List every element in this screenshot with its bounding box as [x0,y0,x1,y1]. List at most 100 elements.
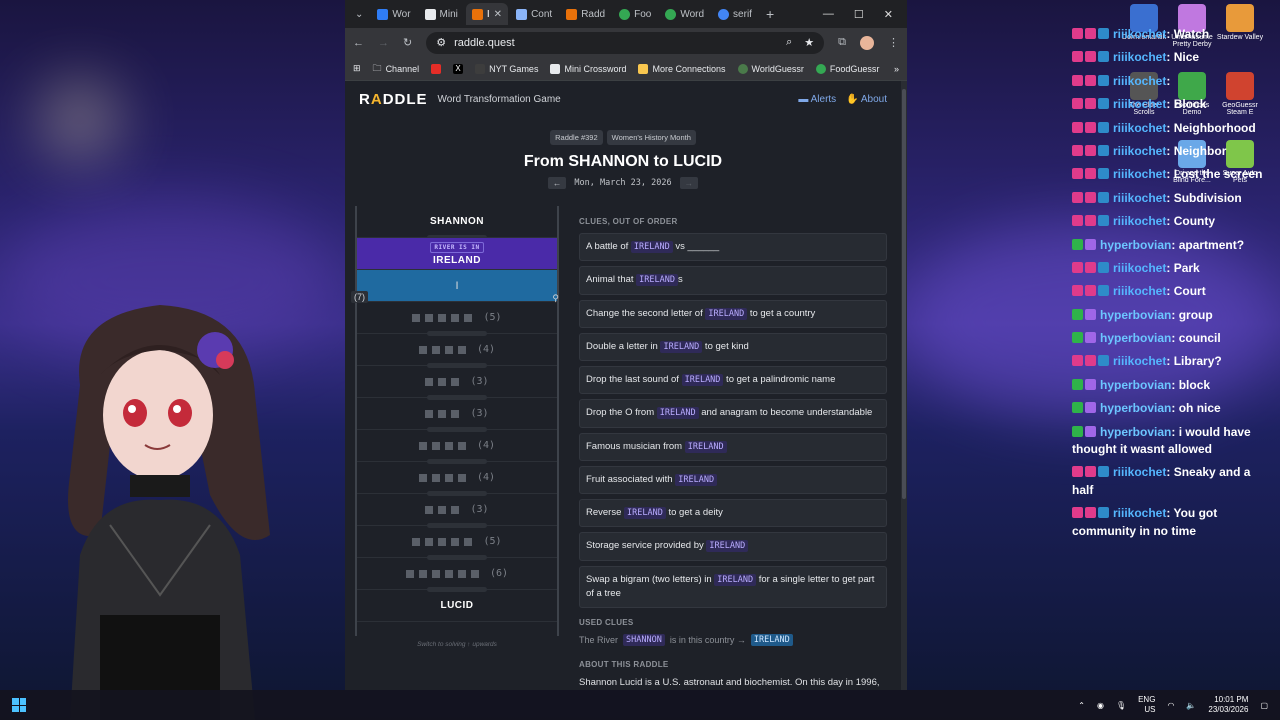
chat-message: riiikochet: Watch [1072,26,1272,43]
zoom-icon[interactable]: ⌕ [786,36,792,49]
new-tab-button[interactable]: + [760,6,780,22]
tagline: Word Transformation Game [437,93,561,105]
ladder-empty-rung[interactable]: (4) [357,462,557,496]
page-scrollbar[interactable] [901,81,907,690]
bookmark-mini-crossword[interactable]: Mini Crossword [550,63,626,74]
tab-4[interactable]: Cont [510,3,558,25]
chat-username[interactable]: riiikochet [1113,50,1166,64]
clue-item[interactable]: Storage service provided by IRELAND [579,532,887,561]
hint-bulb-icon[interactable]: ⚲ [552,293,559,304]
chat-username[interactable]: riiikochet [1113,27,1166,41]
tab-3-active[interactable]: I ✕ [465,3,509,25]
back-icon[interactable]: ← [353,37,364,49]
chat-username[interactable]: riiikochet [1113,465,1166,479]
bookmark-channel[interactable]: 🗀 Channel [373,61,420,77]
chat-username[interactable]: hyperbovian [1100,331,1171,345]
bookmark-worldguessr[interactable]: WorldGuessr [737,63,804,74]
ladder-active-input[interactable]: I [357,270,557,302]
clue-item[interactable]: A battle of IRELAND vs ______ [579,233,887,262]
prev-day-button[interactable]: ← [547,177,567,189]
tab-search-icon[interactable]: ⌄ [349,3,369,25]
language-indicator[interactable]: ENG US [1138,695,1155,716]
chat-username[interactable]: hyperbovian [1100,425,1171,439]
clue-item[interactable]: Fruit associated with IRELAND [579,465,887,494]
microphone-icon[interactable]: 🎙 [1116,701,1126,710]
chat-username[interactable]: riiikochet [1113,354,1166,368]
windows-start-icon[interactable] [12,698,26,712]
menu-icon[interactable]: ⋮ [888,36,899,49]
tab-1[interactable]: Wor [371,3,416,25]
ladder-empty-rung[interactable]: (3) [357,398,557,432]
clue-item[interactable]: Change the second letter of IRELAND to g… [579,299,887,328]
clue-item[interactable]: Double a letter in IRELAND to get kind [579,332,887,361]
ladder-empty-rung[interactable]: (5) [357,302,557,336]
clue-item[interactable]: Reverse IRELAND to get a deity [579,499,887,528]
clue-item[interactable]: Drop the last sound of IRELAND to get a … [579,366,887,395]
tab-6[interactable]: Foo [613,3,657,25]
reload-icon[interactable]: ↻ [403,36,412,49]
clue-item[interactable]: Swap a bigram (two letters) in IRELAND f… [579,565,887,608]
chat-username[interactable]: riiikochet [1113,74,1166,88]
raddle-logo[interactable]: RADDLE [359,91,428,108]
chat-username[interactable]: hyperbovian [1100,238,1171,252]
profile-avatar[interactable] [860,35,874,50]
chat-username[interactable]: riiikochet [1113,121,1166,135]
tab-8[interactable]: serif [712,3,758,25]
chat-username[interactable]: riiikochet [1113,261,1166,275]
ladder-empty-rung[interactable]: (6) [357,558,557,592]
clue-item[interactable]: Drop the O from IRELAND and anagram to b… [579,399,887,428]
bookmark-foodguessr[interactable]: FoodGuessr [815,63,879,74]
chat-username[interactable]: hyperbovian [1100,378,1171,392]
nyt-icon [475,63,486,74]
extensions-icon[interactable]: ⧉ [838,36,846,49]
next-day-button[interactable]: → [679,177,699,189]
about-link[interactable]: ✋ About [846,94,887,105]
clue-item[interactable]: Famous musician from IRELAND [579,432,887,461]
chat-username[interactable]: riiikochet [1113,506,1166,520]
chat-username[interactable]: riiikochet [1113,97,1166,111]
chat-username[interactable]: riiikochet [1113,191,1166,205]
tray-app-icon[interactable]: ◉ [1097,701,1104,710]
chat-username[interactable]: hyperbovian [1100,401,1171,415]
wifi-icon[interactable]: ◠ [1167,701,1174,710]
ladder-empty-rung[interactable]: (3) [357,366,557,400]
ladder-empty-rung[interactable]: (4) [357,430,557,464]
bookmark-star-icon[interactable]: ★ [804,36,814,49]
site-info-icon[interactable]: ⚙ [436,36,446,49]
close-window-icon[interactable]: ✕ [884,8,893,21]
heart-badge-icon [1072,466,1083,478]
ladder-empty-rung[interactable]: (5) [357,526,557,560]
tab-5[interactable]: Radd [560,3,611,25]
chat-username[interactable]: riiikochet [1113,214,1166,228]
notification-icon[interactable]: ▢ [1260,701,1268,710]
switch-direction-link[interactable]: Switch to solving ↑ upwards [355,641,559,648]
bookmark-youtube[interactable] [431,63,442,74]
letter-slot [418,569,427,578]
close-tab-icon[interactable]: ✕ [494,9,502,20]
bookmark-more-connections[interactable]: More Connections [638,63,726,74]
bookmarks-overflow-icon[interactable]: » [894,64,899,74]
apps-icon[interactable]: ⊞ [353,63,361,74]
minimize-icon[interactable]: — [823,8,834,21]
ladder-empty-rung[interactable]: (4) [357,334,557,368]
chat-username[interactable]: riiikochet [1113,144,1166,158]
chat-username[interactable]: riiikochet [1113,284,1166,298]
scrollbar-thumb[interactable] [902,89,906,499]
volume-icon[interactable]: 🔈 [1186,701,1196,710]
chat-username[interactable]: riiikochet [1113,167,1166,181]
tray-chevron-icon[interactable]: ⌃ [1078,701,1085,710]
letter-slot [438,505,447,514]
ladder-empty-rung[interactable]: (3) [357,494,557,528]
maximize-icon[interactable]: ☐ [854,8,864,21]
url-field[interactable]: ⚙ raddle.quest ⌕ ★ [426,31,825,54]
clock[interactable]: 10:01 PM 23/03/2026 [1208,695,1248,716]
clue-item[interactable]: Animal that IRELAND s [579,266,887,295]
tab-7[interactable]: Word [659,3,710,25]
chat-username[interactable]: hyperbovian [1100,308,1171,322]
bookmark-nyt-games[interactable]: NYT Games [475,63,538,74]
forward-icon[interactable]: → [378,37,389,49]
star-badge-icon [1085,98,1096,110]
bookmark-x[interactable]: X [453,63,464,74]
tab-2[interactable]: Mini [419,3,464,25]
alerts-link[interactable]: ▬ Alerts [798,94,836,105]
